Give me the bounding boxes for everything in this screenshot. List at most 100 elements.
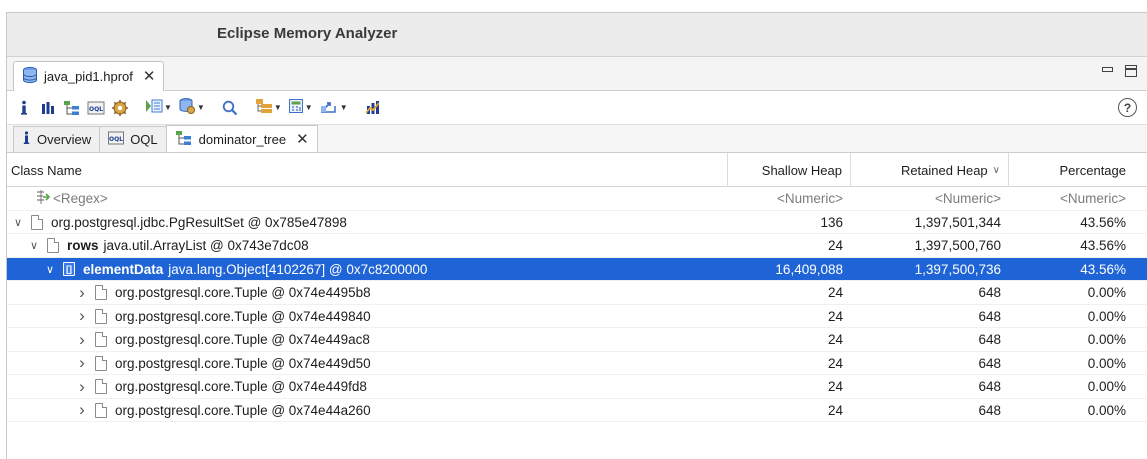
close-icon[interactable]: ✕ [143,69,156,84]
info-icon[interactable] [13,97,35,119]
run-report-icon [145,98,163,117]
shallow-heap-cell: 24 [827,355,843,371]
object-label: java.lang.Object[4102267] @ 0x7c8200000 [168,261,428,277]
table-row[interactable]: › org.postgresql.core.Tuple @ 0x74e4495b8… [7,281,1147,305]
numeric-filter-percentage[interactable]: <Numeric> [1009,187,1147,210]
class-name-cell[interactable]: ∨ rows java.util.ArrayList @ 0x743e7dc08 [7,234,728,257]
maximize-icon[interactable] [1125,65,1137,77]
class-name-cell[interactable]: ∨ org.postgresql.jdbc.PgResultSet @ 0x785… [7,211,728,234]
shallow-heap-cell: 16,409,088 [775,261,843,277]
dominator-tree-icon[interactable] [61,97,83,119]
chevron-down-icon[interactable]: ∨ [43,263,57,276]
object-label: org.postgresql.core.Tuple @ 0x74e449d50 [115,355,371,371]
object-label: org.postgresql.core.Tuple @ 0x74e449840 [115,308,371,324]
editor-tab-hprof[interactable]: java_pid1.hprof ✕ [13,61,165,91]
search-icon[interactable] [219,97,241,119]
query-browser-icon [178,97,196,118]
class-name-cell[interactable]: › org.postgresql.core.Tuple @ 0x74e44a260 [7,399,728,422]
class-name-cell[interactable]: › org.postgresql.core.Tuple @ 0x74e449fd8 [7,375,728,398]
help-icon[interactable]: ? [1118,98,1137,117]
tab-label: dominator_tree [198,131,287,147]
object-icon [95,379,107,394]
retained-heap-cell: 648 [978,402,1001,418]
table-row[interactable]: ∨ rows java.util.ArrayList @ 0x743e7dc08 24… [7,234,1147,258]
tab-dominator-tree[interactable]: dominator_tree ✕ [165,125,318,152]
shallow-heap-cell: 136 [820,214,843,230]
calculate-retained-dropdown[interactable]: ▼ [286,98,315,117]
editor-tab-label: java_pid1.hprof [44,69,133,84]
numeric-filter-shallow[interactable]: <Numeric> [728,187,851,210]
database-icon [22,66,38,87]
retained-heap-cell: 1,397,500,760 [914,238,1001,253]
chevron-right-icon[interactable]: › [75,377,89,397]
dominator-tree-icon [175,130,193,149]
svg-text:OQL: OQL [89,106,103,113]
export-icon [319,98,339,117]
window-title: Eclipse Memory Analyzer [217,25,398,42]
column-retained-heap[interactable]: Retained Heap ∨ [851,153,1009,187]
class-name-cell[interactable]: › org.postgresql.core.Tuple @ 0x74e4495b8 [7,281,728,304]
object-label: org.postgresql.core.Tuple @ 0x74e449ac8 [115,332,370,347]
percentage-cell: 0.00% [1087,379,1126,394]
chevron-right-icon[interactable]: › [75,400,89,420]
minimize-icon[interactable] [1102,67,1113,72]
chevron-right-icon[interactable]: › [75,330,89,350]
toolbar: OQL ▼ ▼ ▼ ▼ ▼ ? [7,91,1147,125]
retained-heap-cell: 648 [978,379,1001,394]
query-browser-dropdown[interactable]: ▼ [176,97,207,118]
regex-filter-cell[interactable]: <Regex> [7,187,728,210]
array-icon: [] [63,262,75,276]
column-label: Retained Heap [900,162,988,178]
percentage-cell: 43.56% [1080,214,1126,230]
shallow-heap-cell: 24 [827,379,843,394]
column-label: Percentage [1059,162,1127,178]
heap-dump-overview-icon[interactable] [109,97,131,119]
histogram-icon[interactable] [37,97,59,119]
table-row[interactable]: › org.postgresql.core.Tuple @ 0x74e449fd8… [7,375,1147,399]
chevron-down-icon[interactable]: ∨ [27,239,41,252]
close-icon[interactable]: ✕ [296,132,309,147]
chevron-down-icon[interactable]: ∨ [11,216,25,229]
group-dropdown[interactable]: ▼ [253,98,284,117]
object-icon [47,238,59,253]
run-report-dropdown[interactable]: ▼ [143,98,174,117]
class-name-cell[interactable]: ∨ [] elementData java.lang.Object[4102267] … [7,258,728,281]
object-icon [95,308,107,324]
class-name-cell[interactable]: › org.postgresql.core.Tuple @ 0x74e449ac8 [7,328,728,351]
column-class-name[interactable]: Class Name [7,153,728,187]
column-shallow-heap[interactable]: Shallow Heap [728,153,851,187]
chevron-right-icon[interactable]: › [75,353,89,373]
retained-heap-cell: 1,397,501,344 [914,214,1001,230]
column-percentage[interactable]: Percentage [1009,153,1147,187]
oql-icon[interactable]: OQL [85,97,107,119]
tab-overview[interactable]: Overview [13,126,101,152]
percentage-cell: 0.00% [1087,355,1126,371]
table-row[interactable]: › org.postgresql.core.Tuple @ 0x74e449d50… [7,352,1147,375]
table-row[interactable]: ∨ [] elementData java.lang.Object[4102267] … [7,257,1147,281]
object-icon [31,214,43,230]
chevron-right-icon[interactable]: › [75,306,89,326]
class-name-cell[interactable]: › org.postgresql.core.Tuple @ 0x74e449d50 [7,352,728,375]
chevron-right-icon[interactable]: › [75,283,89,303]
percentage-cell: 43.56% [1080,238,1126,253]
shallow-heap-cell: 24 [827,238,843,253]
mat-window: Eclipse Memory Analyzer java_pid1.hprof … [6,12,1147,459]
chevron-down-icon: ▼ [339,103,348,112]
regex-filter-row[interactable]: <Regex> <Numeric> <Numeric> <Numeric> [7,187,1147,211]
table-row[interactable]: › org.postgresql.core.Tuple @ 0x74e449ac8… [7,328,1147,352]
editor-tab-bar: java_pid1.hprof ✕ [7,57,1147,91]
object-label: org.postgresql.core.Tuple @ 0x74e44a260 [115,402,371,418]
pin-icon[interactable] [362,97,384,119]
object-icon [95,355,107,371]
object-icon [95,332,107,347]
table-row[interactable]: ∨ org.postgresql.jdbc.PgResultSet @ 0x785… [7,211,1147,234]
table-row[interactable]: › org.postgresql.core.Tuple @ 0x74e44a260… [7,399,1147,422]
title-bar: Eclipse Memory Analyzer [7,13,1147,57]
table-row[interactable]: › org.postgresql.core.Tuple @ 0x74e449840… [7,305,1147,328]
class-name-cell[interactable]: › org.postgresql.core.Tuple @ 0x74e449840 [7,305,728,328]
tab-oql[interactable]: OQL OQL [99,126,167,152]
numeric-filter-retained[interactable]: <Numeric> [851,187,1009,210]
tree-rows: ∨ org.postgresql.jdbc.PgResultSet @ 0x785… [7,211,1147,422]
export-dropdown[interactable]: ▼ [317,98,350,117]
percentage-cell: 0.00% [1087,332,1126,347]
